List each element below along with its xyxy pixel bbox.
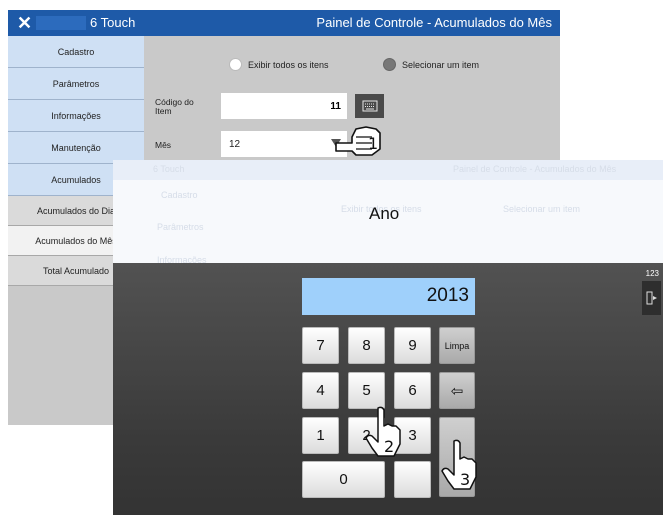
ghost-panel-title: Painel de Controle - Acumulados do Mês bbox=[453, 164, 617, 174]
blank-key[interactable] bbox=[394, 461, 431, 498]
pointing-hand-cursor-icon: 3 bbox=[441, 439, 477, 490]
dialog-title: Ano bbox=[369, 204, 400, 223]
svg-text:2: 2 bbox=[384, 437, 394, 456]
exit-button[interactable] bbox=[642, 281, 661, 315]
item-code-input[interactable] bbox=[221, 93, 347, 119]
pointing-hand-cursor-icon: 2 bbox=[365, 406, 401, 457]
keyboard-icon bbox=[362, 100, 378, 112]
key-4[interactable]: 4 bbox=[302, 372, 339, 409]
pointing-hand-cursor-icon: 1 bbox=[335, 126, 381, 156]
month-label: Mês bbox=[155, 140, 172, 150]
month-select[interactable]: 12 bbox=[221, 131, 347, 157]
panel-title: Painel de Controle - Acumulados do Mês bbox=[316, 15, 552, 30]
numeric-mode-badge: 123 bbox=[645, 269, 659, 278]
month-value: 12 bbox=[229, 139, 241, 150]
keypad-display: 2013 bbox=[302, 278, 475, 315]
ghost-sidebar-item: Cadastro bbox=[161, 190, 198, 200]
ghost-app-title: 6 Touch bbox=[153, 164, 185, 174]
radio-unchecked-icon bbox=[229, 58, 242, 71]
key-0[interactable]: 0 bbox=[302, 461, 385, 498]
item-code-label: Código do Item bbox=[155, 97, 194, 116]
radio-select-one[interactable]: Selecionar um item bbox=[383, 58, 479, 71]
sidebar-item-cadastro[interactable]: Cadastro bbox=[8, 36, 144, 68]
backspace-icon: ⇦ bbox=[450, 382, 464, 400]
svg-text:1: 1 bbox=[368, 134, 378, 153]
app-title: 6 Touch bbox=[90, 15, 136, 30]
key-7[interactable]: 7 bbox=[302, 327, 339, 364]
clear-button[interactable]: Limpa bbox=[439, 327, 475, 364]
background-ghost: 6 Touch Painel de Controle - Acumulados … bbox=[113, 160, 663, 265]
key-9[interactable]: 9 bbox=[394, 327, 431, 364]
backspace-button[interactable]: ⇦ bbox=[439, 372, 475, 409]
key-1[interactable]: 1 bbox=[302, 417, 339, 454]
key-8[interactable]: 8 bbox=[348, 327, 385, 364]
redacted-app-name bbox=[36, 16, 86, 30]
radio-checked-icon bbox=[383, 58, 396, 71]
front-window: 6 Touch Painel de Controle - Acumulados … bbox=[113, 160, 663, 515]
radio-show-all[interactable]: Exibir todos os itens bbox=[229, 58, 329, 71]
keyboard-button[interactable] bbox=[355, 94, 384, 118]
title-bar: ✕ 6 Touch Painel de Controle - Acumulado… bbox=[8, 10, 560, 36]
display-value: 2013 bbox=[426, 285, 469, 306]
numeric-keypad-panel: 2013 7 8 9 Limpa 4 5 6 ⇦ 1 2 3 0 123 bbox=[113, 263, 663, 515]
sidebar-item-informacoes[interactable]: Informações bbox=[8, 100, 144, 132]
exit-icon bbox=[646, 291, 657, 305]
ghost-radio-label: Selecionar um item bbox=[503, 204, 581, 214]
sidebar-item-parametros[interactable]: Parâmetros bbox=[8, 68, 144, 100]
close-icon[interactable]: ✕ bbox=[17, 12, 32, 34]
ghost-title-bar: 6 Touch Painel de Controle - Acumulados … bbox=[113, 160, 663, 180]
ghost-sidebar-item: Parâmetros bbox=[157, 222, 204, 232]
svg-text:3: 3 bbox=[460, 470, 470, 489]
